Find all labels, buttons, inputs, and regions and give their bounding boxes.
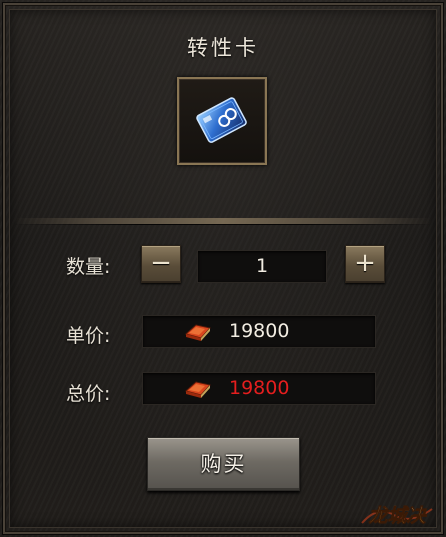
game-logo: 龙城决 <box>361 505 433 527</box>
section-divider <box>14 218 432 225</box>
gold-ingot-icon <box>184 381 211 398</box>
quantity-value: 1 <box>255 255 269 277</box>
total-price-label: 总价: <box>66 383 111 405</box>
total-price-value: 19800 <box>229 377 290 399</box>
buy-button[interactable]: 购买 <box>147 437 300 491</box>
unit-price-field: 19800 <box>142 315 376 348</box>
gender-swap-card-icon <box>196 97 247 143</box>
shop-purchase-dialog: 转性卡 数量: − 1 + 单价: 19800 总价: 19800 购买 龙城决 <box>0 0 446 537</box>
total-price-field: 19800 <box>142 372 376 405</box>
quantity-increment-button[interactable]: + <box>345 245 385 283</box>
unit-price-label: 单价: <box>66 325 111 347</box>
dialog-title: 转性卡 <box>187 36 259 60</box>
quantity-label: 数量: <box>66 256 111 278</box>
quantity-input[interactable]: 1 <box>197 250 327 283</box>
unit-price-value: 19800 <box>229 320 290 342</box>
item-icon-slot[interactable] <box>177 77 267 165</box>
svg-text:龙城决: 龙城决 <box>368 505 427 527</box>
gold-ingot-icon <box>184 324 211 341</box>
quantity-decrement-button[interactable]: − <box>141 245 181 283</box>
